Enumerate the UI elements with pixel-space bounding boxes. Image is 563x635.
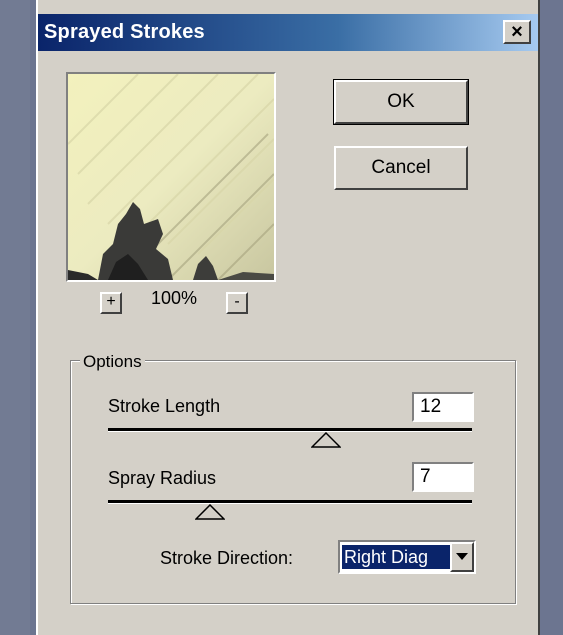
cancel-button-label: Cancel bbox=[371, 157, 431, 178]
zoom-level: 100% bbox=[151, 288, 198, 308]
minus-icon: - bbox=[234, 293, 240, 310]
plus-icon: + bbox=[106, 293, 116, 310]
cancel-button[interactable]: Cancel bbox=[334, 146, 468, 190]
stroke-direction-label: Stroke Direction: bbox=[160, 548, 294, 568]
stroke-length-slider[interactable] bbox=[108, 428, 472, 432]
close-icon: × bbox=[511, 21, 523, 43]
options-group-label: Options bbox=[80, 352, 145, 372]
spray-radius-slider[interactable] bbox=[108, 500, 472, 504]
sprayed-strokes-dialog: Sprayed Strokes × + 100% - OK Cancel Opt… bbox=[36, 0, 540, 635]
zoom-in-button[interactable]: + bbox=[100, 292, 122, 314]
spray-radius-field[interactable]: 7 bbox=[412, 462, 474, 492]
filter-preview[interactable] bbox=[66, 72, 276, 282]
triangle-up-icon[interactable] bbox=[194, 504, 225, 520]
triangle-up-icon[interactable] bbox=[311, 432, 342, 448]
stroke-direction-value: Right Diag bbox=[341, 544, 451, 570]
title-bar[interactable]: Sprayed Strokes × bbox=[38, 14, 538, 51]
dialog-title: Sprayed Strokes bbox=[44, 21, 205, 43]
ok-button[interactable]: OK bbox=[333, 79, 469, 125]
background-left bbox=[0, 0, 30, 635]
preview-image bbox=[68, 74, 274, 280]
stroke-length-label: Stroke Length bbox=[108, 396, 221, 416]
stroke-length-field[interactable]: 12 bbox=[412, 392, 474, 422]
background-right bbox=[540, 0, 563, 635]
chevron-down-icon bbox=[456, 553, 468, 560]
dropdown-button[interactable] bbox=[450, 542, 474, 572]
close-button[interactable]: × bbox=[503, 20, 531, 44]
stroke-direction-select[interactable]: Right Diag bbox=[338, 540, 476, 574]
zoom-out-button[interactable]: - bbox=[226, 292, 248, 314]
spray-radius-label: Spray Radius bbox=[108, 468, 217, 488]
ok-button-label: OK bbox=[387, 91, 415, 112]
